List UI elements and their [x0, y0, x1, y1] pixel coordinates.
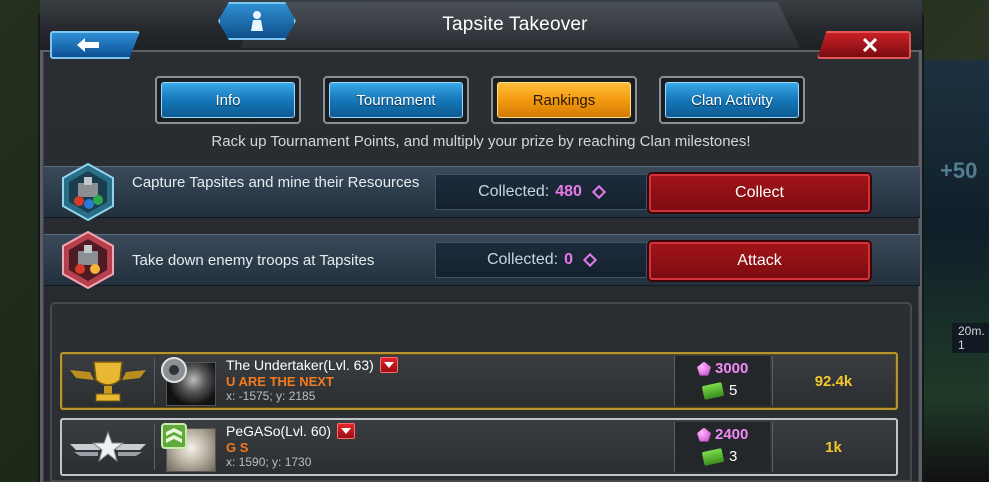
crystal-icon [697, 361, 711, 376]
tab-clan-activity-label: Clan Activity [665, 82, 799, 118]
tab-rankings[interactable]: Rankings [491, 76, 637, 124]
event-emblem-icon [218, 2, 296, 40]
collected-label: Collected: [478, 183, 550, 200]
crystal-icon [697, 427, 711, 442]
row-divider [154, 424, 155, 470]
player-menu-dropdown-icon[interactable] [337, 423, 356, 439]
player-coordinates[interactable]: x: -1575; y: 2185 [226, 389, 315, 403]
tab-rankings-label: Rankings [497, 82, 631, 118]
tab-info[interactable]: Info [155, 76, 301, 124]
clan-emblem-icon [161, 357, 187, 383]
capture-tapsite-icon [62, 163, 114, 221]
collected-value: 0 [564, 251, 574, 268]
attack-button[interactable]: Attack [649, 242, 870, 280]
ranking-row[interactable]: The Undertaker(Lvl. 63) U ARE THE NEXT x… [60, 352, 898, 410]
troops-value-group: 5 [701, 381, 738, 400]
tab-tournament-label: Tournament [329, 82, 463, 118]
attack-tapsite-icon [62, 231, 114, 289]
total-score: 92.4k [772, 356, 894, 406]
background-distance-label: 20m. 1 [952, 323, 989, 353]
troops-value: 5 [729, 382, 738, 399]
total-score: 1k [772, 422, 894, 472]
tab-info-label: Info [161, 82, 295, 118]
collect-button[interactable]: Collect [649, 174, 870, 212]
quest-attack-text: Take down enemy troops at Tapsites [132, 252, 375, 269]
collected-label: Collected: [486, 251, 559, 268]
points-gem-icon [582, 252, 598, 268]
points-value: 2400 [715, 426, 749, 443]
game-world-edge [918, 60, 989, 482]
points-cell: 3000 5 [674, 356, 770, 406]
troops-value-group: 3 [701, 447, 738, 466]
troops-value: 3 [729, 448, 738, 465]
back-button[interactable] [50, 31, 140, 59]
points-value-group: 3000 [697, 360, 748, 377]
player-name-line: The Undertaker(Lvl. 63) [226, 357, 398, 373]
gold-trophy-icon [64, 356, 152, 406]
points-value: 3000 [715, 360, 749, 377]
tab-clan-activity[interactable]: Clan Activity [659, 76, 805, 124]
close-button[interactable] [817, 31, 911, 59]
quest-capture-text: Capture Tapsites and mine their Resource… [132, 174, 420, 191]
player-coordinates[interactable]: x: 1590; y: 1730 [226, 455, 311, 469]
clan-name: G S [226, 440, 249, 455]
silver-wings-icon [64, 422, 152, 472]
points-gem-icon [591, 184, 606, 200]
ranking-row[interactable]: PeGASo(Lvl. 60) G S x: 1590; y: 1730 240… [60, 418, 898, 476]
player-menu-dropdown-icon[interactable] [379, 357, 398, 373]
cash-icon [701, 447, 725, 466]
close-icon [863, 38, 877, 52]
points-cell: 2400 3 [674, 422, 770, 472]
clan-name: U ARE THE NEXT [226, 374, 334, 389]
back-arrow-icon [77, 38, 99, 52]
collected-value: 480 [555, 183, 582, 200]
event-description: Rack up Tournament Points, and multiply … [211, 133, 751, 150]
clan-emblem-icon [161, 423, 187, 449]
player-name-line: PeGASo(Lvl. 60) [226, 423, 356, 439]
player-name: The Undertaker(Lvl. 63) [226, 357, 374, 373]
page-title: Tapsite Takeover [442, 14, 588, 35]
row-divider [154, 358, 155, 404]
quest-attack-collected: Collected: 0 [435, 242, 647, 278]
cash-icon [701, 381, 725, 400]
points-value-group: 2400 [697, 426, 748, 443]
tab-tournament[interactable]: Tournament [323, 76, 469, 124]
player-name: PeGASo(Lvl. 60) [226, 423, 332, 439]
quest-capture-collected: Collected: 480 [435, 174, 647, 210]
background-plus-label: +50 [940, 158, 978, 183]
